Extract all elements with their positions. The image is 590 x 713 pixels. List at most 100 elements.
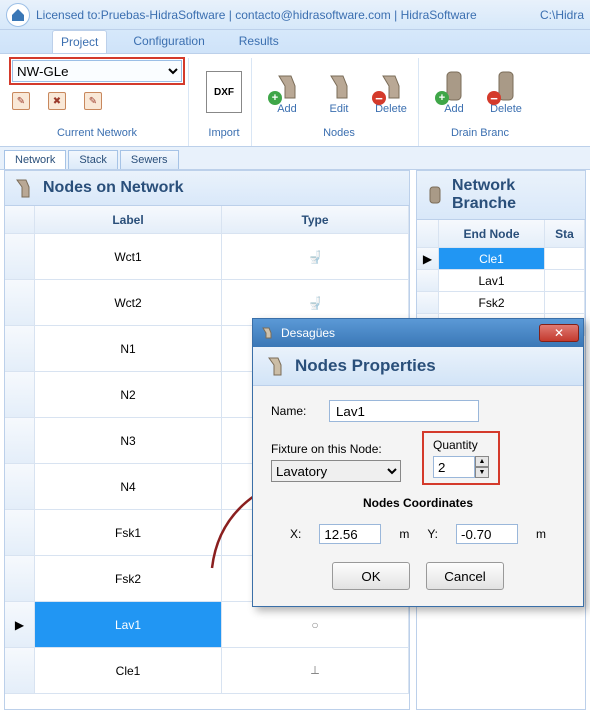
tab-configuration[interactable]: Configuration	[125, 30, 212, 53]
nodes-table: Label Type	[5, 206, 409, 234]
group-current-network: NW-GLe ✎ ✖ ✎ Current Network	[6, 58, 189, 146]
th-gutter	[5, 206, 35, 234]
app-logo-icon	[6, 3, 30, 27]
node-delete-button[interactable]: −Delete	[370, 69, 412, 115]
dialog-titlebar[interactable]: Desagües ✕	[253, 319, 583, 347]
table-cell-label[interactable]: N1	[35, 326, 222, 372]
fixture-icon: ⟂	[311, 663, 319, 678]
table-cell-label[interactable]: Fsk1	[35, 510, 222, 556]
row-gutter	[417, 292, 439, 314]
quantity-field[interactable]	[433, 456, 475, 478]
drain-add-button[interactable]: +Add	[433, 69, 475, 115]
row-gutter	[5, 234, 35, 280]
row-gutter	[5, 418, 35, 464]
row-gutter: ▶	[5, 602, 35, 648]
group-label-import: Import	[208, 124, 239, 144]
path-text: C:\Hidra	[540, 8, 584, 22]
dialog-title: Desagües	[281, 326, 335, 340]
row-gutter	[5, 372, 35, 418]
table-cell-label[interactable]: N2	[35, 372, 222, 418]
table-cell-endnode[interactable]: Lav1	[439, 270, 545, 292]
spin-down-button[interactable]: ▼	[475, 467, 489, 478]
table-cell-start[interactable]	[545, 292, 585, 314]
net-del-button[interactable]: ✖	[48, 92, 66, 110]
group-label-drain: Drain Branc	[451, 124, 509, 144]
spin-up-button[interactable]: ▲	[475, 456, 489, 467]
row-gutter	[5, 326, 35, 372]
th-start: Sta	[545, 220, 585, 248]
table-cell-type[interactable]: ⟂	[222, 648, 409, 694]
cancel-button[interactable]: Cancel	[426, 562, 504, 590]
table-cell-type[interactable]: ○	[222, 602, 409, 648]
lowtab-stack[interactable]: Stack	[68, 150, 118, 169]
row-gutter	[5, 464, 35, 510]
plus-icon: +	[435, 91, 449, 105]
group-import: DXF Import	[197, 58, 252, 146]
y-field[interactable]	[456, 524, 518, 544]
lowtab-sewers[interactable]: Sewers	[120, 150, 179, 169]
row-gutter	[5, 556, 35, 602]
th-label: Label	[35, 206, 222, 234]
node-edit-button[interactable]: Edit	[318, 69, 360, 115]
lower-tabs: Network Stack Sewers	[0, 147, 590, 170]
tab-results[interactable]: Results	[231, 30, 287, 53]
row-gutter	[417, 270, 439, 292]
table-cell-label[interactable]: Fsk2	[35, 556, 222, 602]
unit-m: m	[536, 527, 546, 541]
table-cell-start[interactable]	[545, 248, 585, 270]
pipe-icon	[265, 355, 287, 377]
x-field[interactable]	[319, 524, 381, 544]
lowtab-network[interactable]: Network	[4, 150, 66, 169]
fixture-select[interactable]: Lavatory	[271, 460, 401, 482]
table-cell-endnode[interactable]: Cle1	[439, 248, 545, 270]
minus-icon: −	[487, 91, 501, 105]
node-add-button[interactable]: +Add	[266, 69, 308, 115]
th-end: End Node	[439, 220, 545, 248]
table-cell-label[interactable]: Wct2	[35, 280, 222, 326]
pipe-icon	[325, 72, 353, 100]
tab-project[interactable]: Project	[52, 30, 107, 53]
table-cell-label[interactable]: Cle1	[35, 648, 222, 694]
dxf-icon: DXF	[206, 71, 242, 113]
close-icon: ✕	[554, 326, 564, 340]
net-new-button[interactable]: ✎	[12, 92, 30, 110]
license-text: Licensed to:Pruebas-HidraSoftware | cont…	[36, 8, 477, 22]
group-nodes: +Add Edit −Delete Nodes	[260, 58, 419, 146]
table-cell-label[interactable]: Lav1	[35, 602, 222, 648]
cylinder-icon	[425, 185, 444, 205]
fixture-icon: 🚽	[308, 250, 323, 264]
plus-icon: +	[268, 91, 282, 105]
net-edit-button[interactable]: ✎	[84, 92, 102, 110]
table-cell-start[interactable]	[545, 270, 585, 292]
row-gutter	[5, 648, 35, 694]
ok-button[interactable]: OK	[332, 562, 410, 590]
network-dropdown-wrap: NW-GLe	[12, 60, 182, 82]
fixture-icon: 🚽	[308, 296, 323, 310]
network-dropdown[interactable]: NW-GLe	[12, 60, 182, 82]
table-cell-label[interactable]: N4	[35, 464, 222, 510]
drain-delete-button[interactable]: −Delete	[485, 69, 527, 115]
import-dxf-button[interactable]: DXF	[203, 71, 245, 113]
table-cell-type[interactable]: 🚽	[222, 234, 409, 280]
group-label-nodes: Nodes	[323, 124, 355, 144]
x-label: X:	[290, 527, 301, 541]
fixture-icon: ○	[311, 618, 318, 632]
branches-table: End Node Sta	[417, 220, 585, 248]
ribbon-tabs: Project Configuration Results	[0, 30, 590, 54]
name-field[interactable]	[329, 400, 479, 422]
quantity-label: Quantity	[433, 438, 478, 452]
minus-icon: −	[372, 91, 386, 105]
close-button[interactable]: ✕	[539, 324, 579, 342]
row-gutter	[5, 510, 35, 556]
table-cell-label[interactable]: N3	[35, 418, 222, 464]
table-cell-label[interactable]: Wct1	[35, 234, 222, 280]
pipe-icon	[13, 177, 35, 199]
window-titlebar: Licensed to:Pruebas-HidraSoftware | cont…	[0, 0, 590, 30]
table-cell-endnode[interactable]: Fsk2	[439, 292, 545, 314]
name-label: Name:	[271, 404, 319, 418]
dialog-nodes-properties: Desagües ✕ Nodes Properties Name: Fixtur…	[252, 318, 584, 607]
th-type: Type	[222, 206, 409, 234]
fixture-label: Fixture on this Node:	[271, 442, 401, 456]
y-label: Y:	[427, 527, 438, 541]
group-label-current: Current Network	[57, 124, 137, 144]
